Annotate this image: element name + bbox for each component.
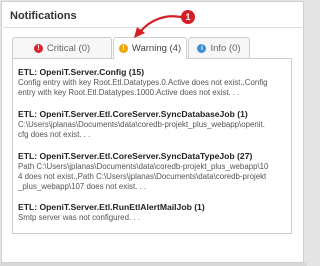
callout-arrow-icon xyxy=(134,15,183,38)
callout-badge: 1 xyxy=(181,10,195,24)
